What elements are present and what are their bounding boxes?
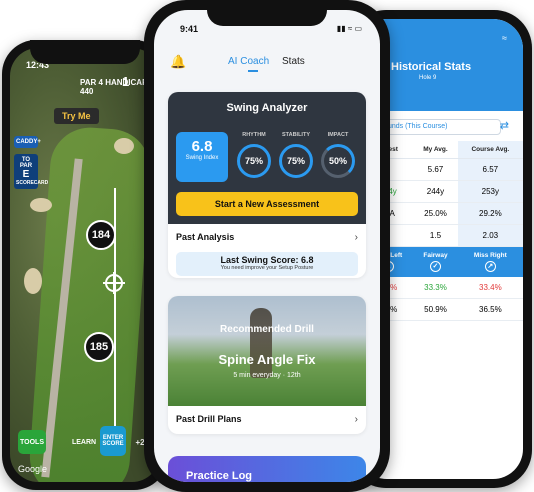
drill-subtitle: 5 min everyday · 12th [233,372,301,379]
analyzer-panel: Swing Analyzer 6.8 Swing Index RHYTHM 75… [168,92,366,224]
chevron-right-icon[interactable]: › [355,414,358,425]
yardage-marker[interactable]: 185 [84,332,114,362]
practice-log-card[interactable]: Practice Log [168,456,366,482]
practice-log-label: Practice Log [186,470,253,482]
drill-title: Spine Angle Fix [218,352,316,367]
tab-ai-coach[interactable]: AI Coach [228,56,269,67]
arrow-right-icon: ↗ [484,261,496,272]
learn-button[interactable]: LEARN [70,432,98,452]
map-screen: 12:43 PAR 4 HANDICAP 3 440 1 Try Me CADD… [10,48,160,482]
app-showcase: 12:43 PAR 4 HANDICAP 3 440 1 Try Me CADD… [0,0,534,492]
phone-notch [30,40,140,64]
metric-ring: 75% [279,144,313,178]
recommended-drill-card[interactable]: Recommended Drill Spine Angle Fix 5 min … [168,296,366,434]
tab-indicator [248,70,258,72]
table-cell: 33.3% [413,277,458,299]
swing-index-value: 6.8 [191,138,213,155]
status-time: 9:41 [180,24,199,34]
metric-label: IMPACT [327,132,349,138]
try-me-button[interactable]: Try Me [54,108,99,124]
bunker [30,198,52,212]
rounds-select[interactable]: Rounds (This Course) [373,119,501,135]
past-analysis-link[interactable]: Past Analysis [176,232,234,242]
table-cell: 36.5% [457,298,523,321]
ai-coach-screen: 9:41 ▮▮ ≈ ▭ 🔔 AI Coach Stats Swing Analy… [154,10,380,482]
table-cell: 6.57 [457,158,523,181]
chevron-right-icon[interactable]: › [355,232,358,243]
tools-button[interactable]: TOOLS [18,430,46,454]
last-score-banner[interactable]: Last Swing Score: 6.8 You need improve y… [176,252,358,276]
swing-index-badge: 6.8 Swing Index [176,132,228,182]
check-icon: ✓ [429,261,441,272]
start-assessment-button[interactable]: Start a New Assessment [176,192,358,216]
drill-image: Recommended Drill Spine Angle Fix 5 min … [168,296,366,406]
swing-analyzer-card: Swing Analyzer 6.8 Swing Index RHYTHM 75… [168,92,366,278]
table-cell: 5.67 [413,158,458,181]
table-header: My Avg. [413,141,458,159]
table-cell: 1.5 [413,224,458,247]
table-header: Course Avg. [457,141,523,159]
drill-label: Recommended Drill [220,324,314,335]
yardage-marker[interactable]: 184 [86,220,116,250]
analyzer-title: Swing Analyzer [226,102,308,114]
google-logo: Google [18,464,48,474]
last-score-note: You need improve your Setup Posture [220,265,314,271]
shot-line [114,188,116,438]
direction-header: Fairway ✓ [413,246,458,277]
metric-stability: STABILITY 75% [274,132,318,178]
enter-score-button[interactable]: ENTER SCORE [100,426,126,456]
metric-label: STABILITY [281,132,310,138]
bell-icon[interactable]: 🔔 [170,54,186,70]
direction-label: Miss Right [473,252,507,259]
past-drill-plans-link[interactable]: Past Drill Plans [176,414,242,424]
golfer-figure [250,308,272,378]
filter-icon[interactable]: ⇄ [500,119,509,132]
metric-label: RHYTHM [242,132,266,138]
bunker [114,138,134,154]
hole-number[interactable]: 1 [122,74,129,89]
stats-subtitle: Hole 9 [419,75,437,81]
direction-header: Miss Right ↗ [457,246,523,277]
phone-notch [207,0,327,26]
tab-stats[interactable]: Stats [282,56,305,67]
metric-ring: 50% [321,144,355,178]
swing-index-label: Swing Index [185,155,219,161]
signal-battery-icon: ▮▮ ≈ ▭ [336,24,362,33]
table-cell: 2.03 [457,224,523,247]
table-cell: 29.2% [457,202,523,225]
metric-ring: 75% [237,144,271,178]
last-score-text: Last Swing Score: 6.8 [220,255,314,265]
table-cell: 244y [413,180,458,203]
bunker [24,268,42,294]
direction-label: Fairway [423,252,448,259]
caddy-badge[interactable]: CADDY+ [14,136,41,148]
wifi-icon: ≈ [502,33,507,43]
metric-rhythm: RHYTHM 75% [232,132,276,178]
to-par-label: TO PAR [19,157,33,169]
target-crosshair[interactable] [103,272,125,294]
scorecard-label[interactable]: SCORECARD [16,180,48,186]
table-cell: 25.0% [413,202,458,225]
table-cell: 33.4% [457,277,523,299]
table-cell: 253y [457,180,523,203]
to-par-value: E [22,169,30,180]
table-cell: 50.9% [413,298,458,321]
stats-title: Historical Stats [391,61,472,73]
phone-ai-coach: 9:41 ▮▮ ≈ ▭ 🔔 AI Coach Stats Swing Analy… [144,0,390,492]
to-par-badge: TO PAR E SCORECARD [14,154,48,189]
metric-impact: IMPACT 50% [316,132,360,178]
